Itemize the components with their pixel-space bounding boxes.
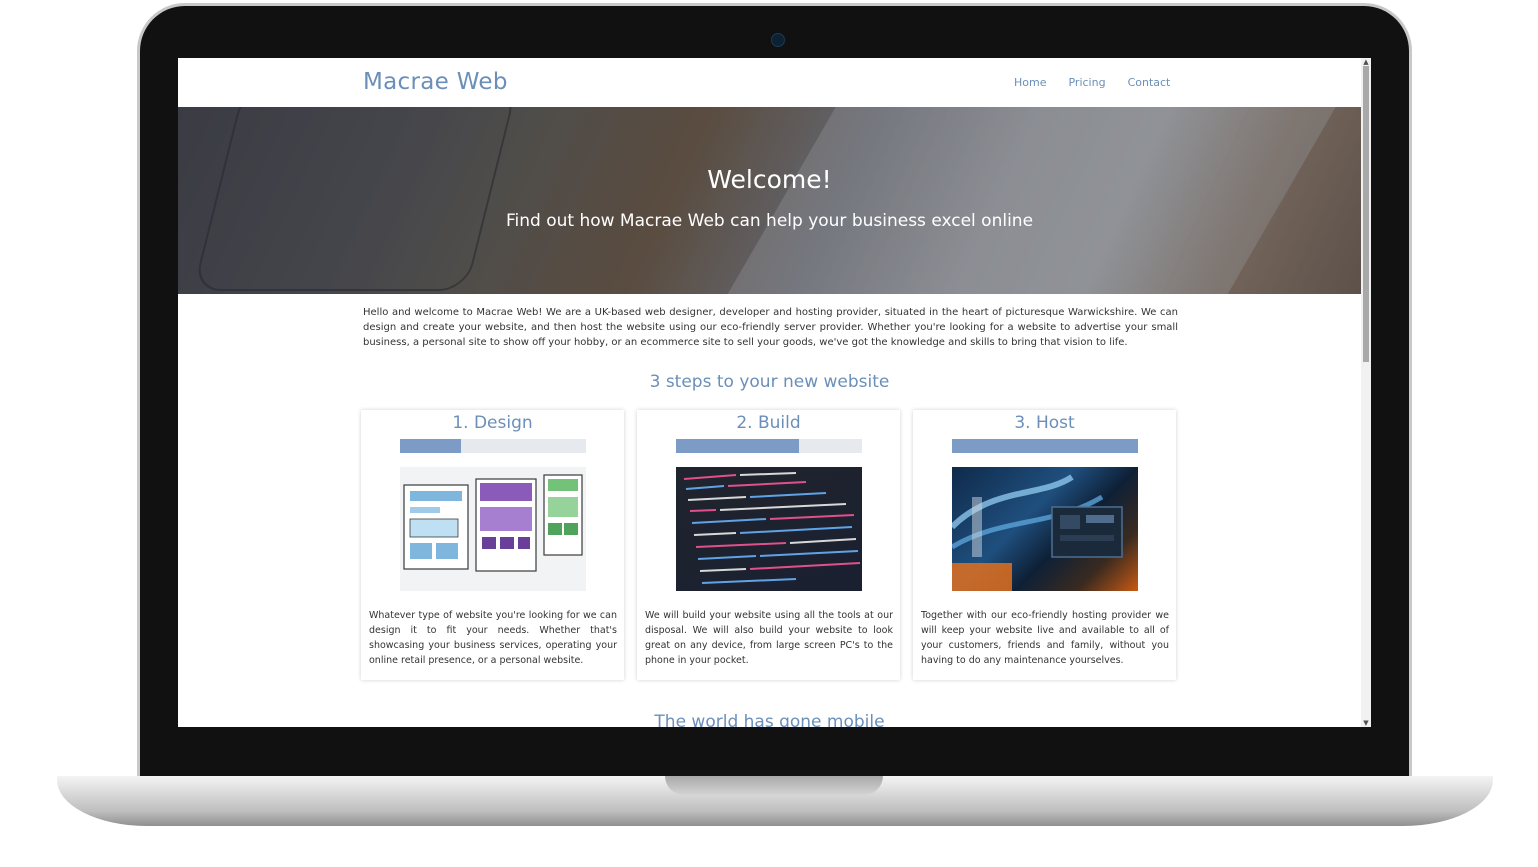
progress-bar [952, 439, 1138, 453]
step-card-host: 3. Host Together with our eco-friendly h… [913, 410, 1176, 680]
scrollbar-thumb[interactable] [1363, 66, 1369, 362]
card-title: 3. Host [1014, 413, 1075, 433]
card-text: Together with our eco-friendly hosting p… [921, 610, 1169, 666]
nav-link-contact[interactable]: Contact [1128, 76, 1171, 89]
progress-fill [952, 439, 1138, 453]
hero-subtitle: Find out how Macrae Web can help your bu… [505, 211, 1034, 231]
vertical-scrollbar[interactable]: ▲ ▼ [1361, 58, 1371, 727]
hero-overlay [178, 107, 1361, 294]
progress-bar [676, 439, 862, 453]
design-sketch-image [400, 467, 586, 591]
steps-heading: 3 steps to your new website [649, 372, 890, 392]
card-title: 2. Build [736, 413, 801, 433]
navbar: Macrae Web Home Pricing Contact [178, 58, 1361, 107]
card-text: Whatever type of website you're looking … [369, 610, 617, 666]
brand-logo[interactable]: Macrae Web [363, 69, 508, 95]
card-text: We will build your website using all the… [645, 610, 893, 666]
nav-link-pricing[interactable]: Pricing [1068, 76, 1105, 89]
mobile-section-heading: The world has gone mobile [654, 712, 885, 727]
intro-paragraph: Hello and welcome to Macrae Web! We are … [363, 307, 1178, 348]
server-hardware-image [952, 467, 1138, 591]
step-card-build: 2. Build We will build your website usin… [637, 410, 900, 680]
hero-title: Welcome! [707, 165, 832, 194]
nav-links: Home Pricing Contact [1014, 76, 1170, 89]
step-card-design: 1. Design Whatever type of website you'r… [361, 410, 624, 680]
browser-viewport: Macrae Web Home Pricing Contact Welcome!… [178, 58, 1371, 727]
nav-link-home[interactable]: Home [1014, 76, 1046, 89]
scroll-up-arrow-icon[interactable]: ▲ [1362, 58, 1370, 66]
progress-bar [400, 439, 586, 453]
card-title: 1. Design [452, 413, 533, 433]
hero-banner: Welcome! Find out how Macrae Web can hel… [178, 107, 1361, 294]
progress-fill [676, 439, 799, 453]
webcam-icon [771, 33, 785, 47]
code-screen-image [676, 467, 862, 591]
scroll-down-arrow-icon[interactable]: ▼ [1362, 719, 1370, 727]
progress-fill [400, 439, 462, 453]
laptop-notch [665, 776, 883, 795]
